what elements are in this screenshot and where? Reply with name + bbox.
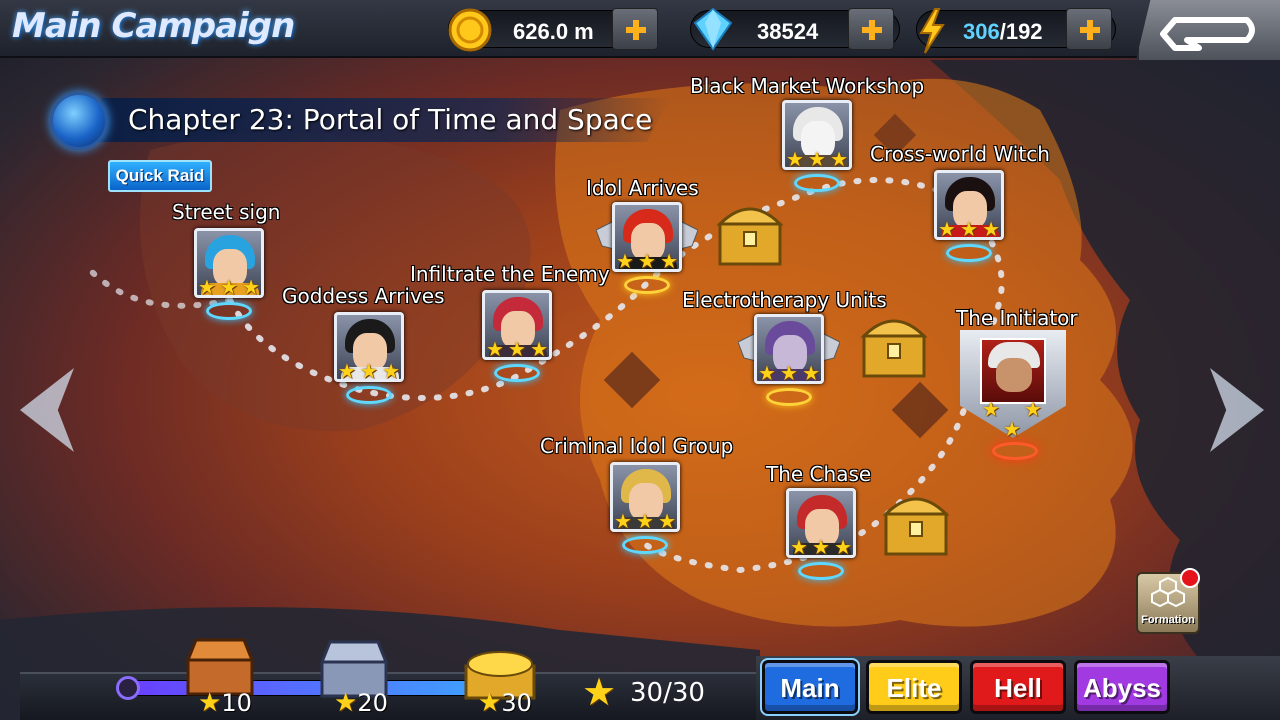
mode-tabs: Main Elite Hell Abyss: [756, 656, 1280, 720]
stage-label: The Initiator: [956, 306, 1078, 330]
gold-coin-icon: [448, 8, 492, 52]
stage-label: The Chase: [766, 462, 872, 486]
stage-label: Cross-world Witch: [870, 142, 1050, 166]
stage-label: Criminal Idol Group: [540, 434, 734, 458]
milestone-value: 10: [221, 689, 252, 717]
stage-electrotherapy-units[interactable]: ★ ★ ★: [738, 314, 840, 406]
stage-stars: ★ ★ ★: [198, 277, 260, 299]
milestone-30: ★30: [478, 688, 532, 718]
tab-abyss[interactable]: Abyss: [1074, 660, 1170, 714]
gold-value: 626.0 m: [513, 19, 594, 44]
stage-pad: [206, 302, 252, 320]
treasure-chest-icon[interactable]: [712, 188, 802, 272]
tab-elite[interactable]: Elite: [866, 660, 962, 714]
add-gold-button[interactable]: [612, 8, 658, 50]
stage-infiltrate-the-enemy[interactable]: ★ ★ ★: [482, 290, 552, 382]
stage-pad: [766, 388, 812, 406]
formation-label: Formation: [1141, 614, 1195, 626]
stage-street-sign[interactable]: ★ ★ ★: [194, 228, 264, 320]
tab-hell[interactable]: Hell: [970, 660, 1066, 714]
tab-main[interactable]: Main: [760, 658, 860, 716]
total-stars: ★ 30/30: [578, 672, 728, 714]
star-progress-track: [120, 680, 480, 696]
stage-label: Black Market Workshop: [690, 74, 925, 98]
top-bar: Main Campaign 626.0 m 38524 306/192: [0, 0, 1280, 60]
diamond-value: 38524: [757, 19, 819, 44]
page-title: Main Campaign: [12, 6, 295, 46]
notification-dot: [1180, 568, 1200, 588]
stage-pad: [346, 386, 392, 404]
diamond-icon: [693, 7, 733, 51]
formation-button[interactable]: Formation: [1136, 568, 1200, 634]
quick-raid-button[interactable]: Quick Raid: [108, 160, 212, 192]
stage-label: Goddess Arrives: [282, 284, 445, 308]
back-button[interactable]: [1136, 0, 1280, 60]
stage-stars: ★ ★ ★: [938, 219, 1000, 241]
stage-pad: [798, 562, 844, 580]
add-diamond-button[interactable]: [848, 8, 894, 50]
stage-stars: ★ ★ ★: [758, 363, 820, 385]
stage-cross-world-witch[interactable]: ★ ★ ★: [934, 170, 1004, 262]
back-arrow-icon: [1160, 17, 1255, 51]
chapter-banner: Chapter 23: Portal of Time and Space: [50, 92, 670, 150]
stamina-value: 306/192: [963, 19, 1043, 45]
stage-stars: ★ ★ ★: [338, 361, 400, 383]
stage-stars: ★ ★ ★: [486, 339, 548, 361]
stage-stars: ★ ★ ★: [786, 149, 848, 171]
stage-label: Infiltrate the Enemy: [410, 262, 610, 286]
milestone-value: 30: [501, 689, 532, 717]
add-stamina-button[interactable]: [1066, 8, 1112, 50]
milestone-10: ★10: [198, 688, 252, 718]
stage-portrait: [980, 338, 1046, 404]
stage-pad: [946, 244, 992, 262]
stage-goddess-arrives[interactable]: ★ ★ ★: [334, 312, 404, 404]
campaign-map: Main Campaign 626.0 m 38524 306/192 Chap…: [0, 0, 1280, 720]
stage-the-initiator[interactable]: ★ ★ ★: [960, 330, 1066, 460]
stage-criminal-idol-group[interactable]: ★ ★ ★: [610, 462, 680, 554]
stage-stars: ★ ★ ★: [614, 511, 676, 533]
stage-pad: [494, 364, 540, 382]
star-progress-fill: [121, 681, 479, 695]
stamina-current: 306: [963, 19, 1000, 44]
chapter-title: Chapter 23: Portal of Time and Space: [128, 103, 653, 136]
milestone-value: 20: [357, 689, 388, 717]
stage-black-market-workshop[interactable]: ★ ★ ★: [782, 100, 852, 192]
stage-stars: ★ ★ ★: [982, 399, 1042, 441]
stage-label: Idol Arrives: [586, 176, 699, 200]
treasure-chest-icon[interactable]: [878, 478, 968, 562]
star-icon: ★: [582, 672, 617, 714]
stage-stars: ★ ★ ★: [616, 251, 678, 273]
treasure-chest-icon[interactable]: [856, 300, 946, 384]
stage-pad: [624, 276, 670, 294]
total-stars-value: 30/30: [630, 678, 705, 708]
globe-icon: [50, 92, 108, 150]
stage-stars: ★ ★ ★: [790, 537, 852, 559]
stage-the-chase[interactable]: ★ ★ ★: [786, 488, 856, 580]
milestone-20: ★20: [334, 688, 388, 718]
stamina-max: /192: [999, 19, 1043, 44]
stage-label: Street sign: [172, 200, 281, 224]
lightning-icon: [919, 8, 945, 54]
stage-pad: [992, 442, 1038, 460]
stage-pad: [622, 536, 668, 554]
stage-idol-arrives[interactable]: ★ ★ ★: [596, 202, 698, 294]
progress-start-knob: [116, 676, 140, 700]
